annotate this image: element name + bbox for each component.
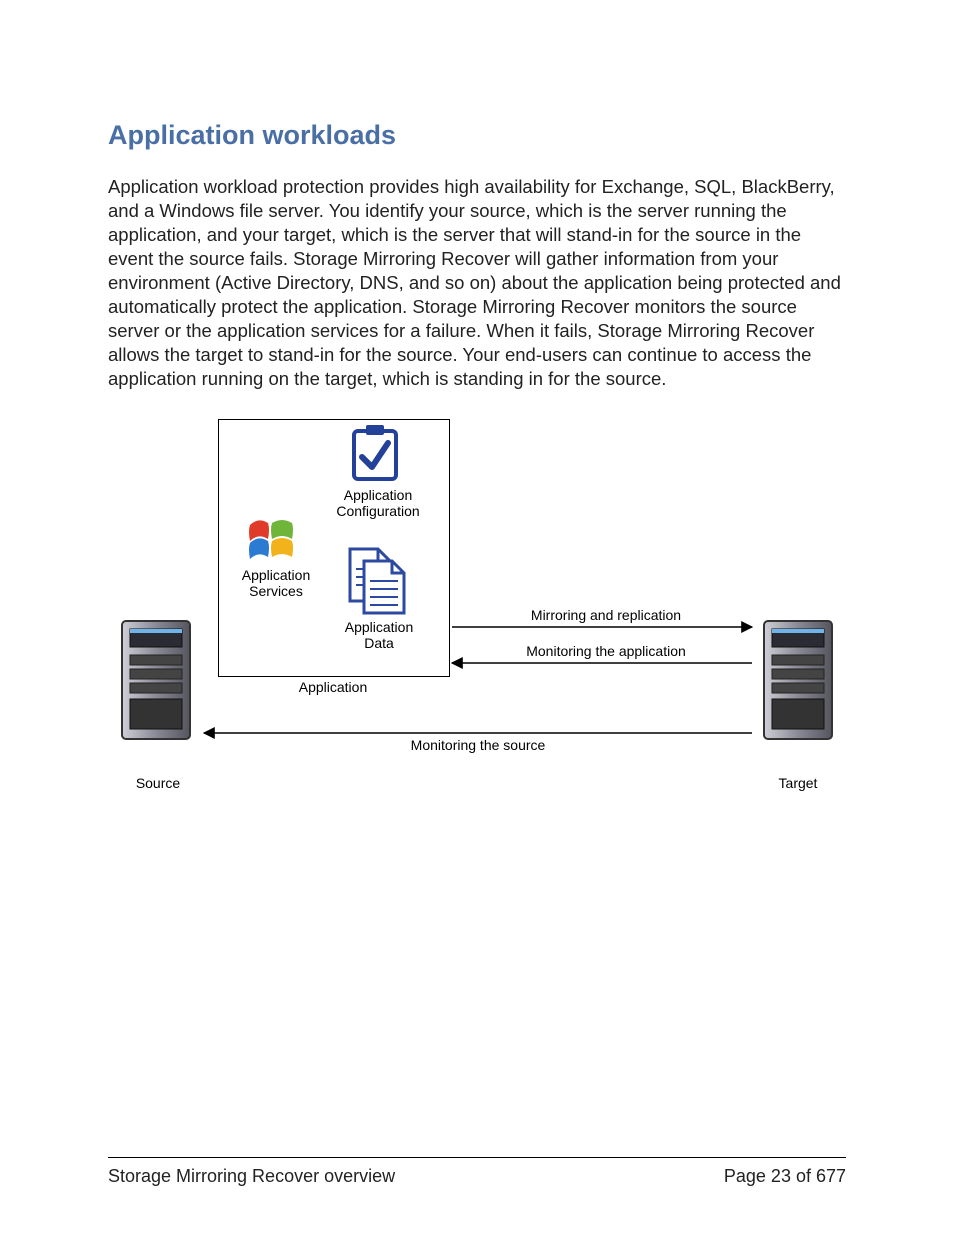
footer-right: Page 23 of 677: [724, 1166, 846, 1187]
page-footer: Storage Mirroring Recover overview Page …: [108, 1157, 846, 1187]
page-heading: Application workloads: [108, 120, 846, 151]
workload-diagram: Source Target Application A: [108, 415, 846, 815]
footer-left: Storage Mirroring Recover overview: [108, 1166, 395, 1187]
footer-divider: [108, 1157, 846, 1158]
arrow-label-mirroring: Mirroring and replication: [496, 607, 716, 623]
body-paragraph: Application workload protection provides…: [108, 175, 846, 391]
arrow-label-monitor-app: Monitoring the application: [496, 643, 716, 659]
document-page: Application workloads Application worklo…: [0, 0, 954, 1235]
diagram-arrows: [108, 415, 846, 815]
arrow-label-monitor-source: Monitoring the source: [368, 737, 588, 753]
